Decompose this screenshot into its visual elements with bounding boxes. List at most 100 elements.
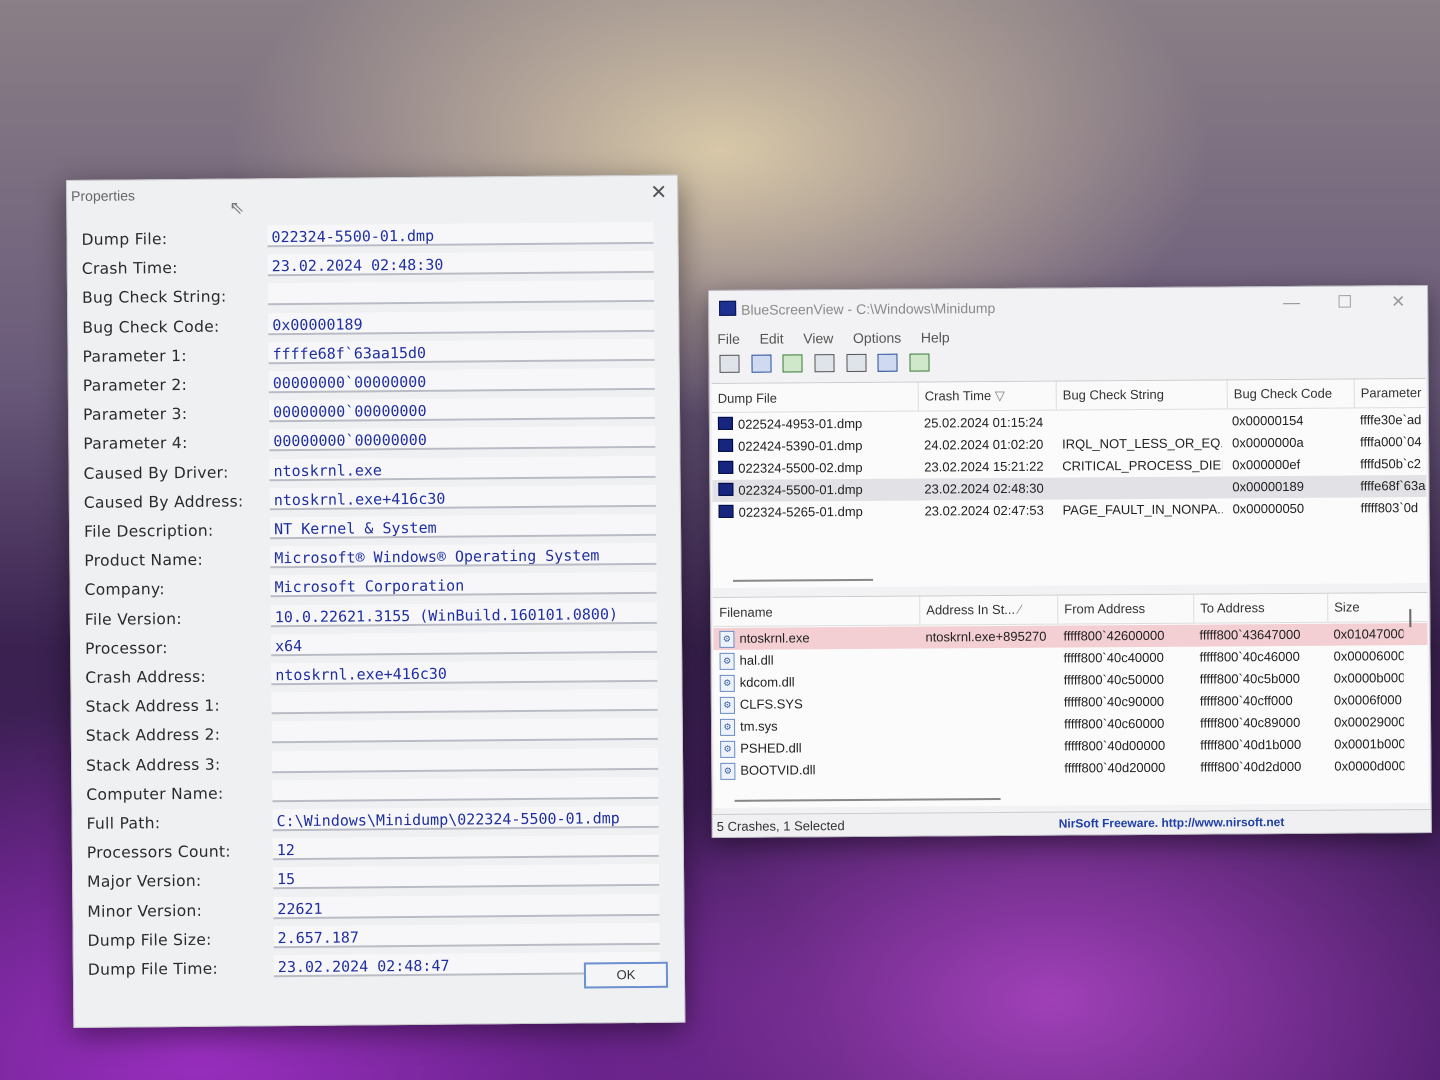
property-value[interactable]: NT Kernel & System	[269, 513, 657, 540]
property-value[interactable]	[271, 747, 659, 773]
property-value[interactable]: ntoskrnl.exe+416c30	[271, 659, 658, 686]
vertical-scrollbar[interactable]	[1409, 609, 1412, 628]
property-row: Processors Count: 12	[87, 835, 669, 868]
property-label: Crash Address:	[85, 667, 207, 687]
col-bug-check-string[interactable]: Bug Check String	[1055, 380, 1165, 410]
driver-cell-to: fffff800`40c89000	[1199, 714, 1301, 731]
property-value[interactable]: 2.657.187	[273, 922, 660, 949]
driver-row[interactable]: ⚙ BOOTVID.dll fffff800`40d20000 fffff800`40…	[714, 755, 1428, 782]
report-icon[interactable]	[845, 353, 867, 373]
menu-edit[interactable]: Edit	[759, 330, 783, 346]
status-bar: 5 Crashes, 1 Selected NirSoft Freeware. …	[712, 808, 1431, 837]
property-value[interactable]: x64	[270, 630, 658, 657]
refresh-icon[interactable]	[782, 354, 803, 373]
col-from-address[interactable]: From Address	[1057, 594, 1146, 624]
exit-icon[interactable]	[909, 353, 930, 372]
sort-arrow-icon: ⁄	[1018, 601, 1021, 617]
menu-options[interactable]: Options	[853, 330, 901, 346]
driver-cell-name: hal.dll	[739, 652, 774, 668]
close-icon[interactable]: ✕	[650, 180, 667, 205]
property-value[interactable]: ffffe68f`63aa15d0	[268, 338, 655, 365]
status-count: 5 Crashes, 1 Selected	[716, 818, 845, 834]
property-value[interactable]: 12	[272, 835, 659, 861]
menu-file[interactable]: File	[717, 331, 740, 347]
driver-file-icon: ⚙	[719, 652, 735, 670]
property-value[interactable]	[267, 280, 655, 306]
property-label: Minor Version:	[87, 901, 203, 921]
dump-file-icon	[717, 416, 733, 430]
properties-icon[interactable]	[719, 354, 740, 373]
dump-row[interactable]: 022324-5265-01.dmp 23.02.2024 02:47:53 PAG…	[712, 497, 1426, 524]
property-row: Bug Check String:	[82, 280, 664, 313]
property-label: Parameter 3:	[82, 405, 188, 425]
driver-cell-name: tm.sys	[739, 718, 778, 734]
maximize-icon[interactable]: ☐	[1337, 293, 1352, 313]
driver-cell-addr: ntoskrnl.exe+895270	[925, 628, 1047, 645]
property-value[interactable]: ntoskrnl.exe	[269, 455, 656, 481]
property-row: Stack Address 2:	[86, 718, 668, 751]
property-value[interactable]	[271, 718, 658, 744]
property-value[interactable]: 00000000`00000000	[268, 367, 655, 394]
dump-file-icon	[718, 460, 734, 474]
property-value[interactable]: 022324-5500-01.dmp	[267, 221, 654, 248]
property-value[interactable]: 00000000`00000000	[268, 397, 656, 423]
property-label: Stack Address 1:	[85, 696, 221, 717]
driver-cell-from: fffff800`40c50000	[1063, 671, 1165, 688]
driver-cell-to: fffff800`40d1b000	[1200, 736, 1302, 753]
save-icon[interactable]	[751, 354, 772, 373]
property-value[interactable]	[272, 776, 659, 803]
copy-icon[interactable]	[814, 354, 835, 373]
property-value[interactable]: 0x00000189	[268, 309, 655, 335]
dump-cell-str	[1062, 479, 1222, 480]
property-value[interactable]: ntoskrnl.exe+416c30	[269, 484, 656, 511]
col-crash-time[interactable]: Crash Time ▽	[917, 381, 1005, 411]
property-label: File Description:	[83, 521, 214, 541]
dump-cell-code: 0x000000ef	[1232, 456, 1301, 473]
dump-cell-param: ffffd50b`c2	[1360, 456, 1422, 472]
ok-button[interactable]: OK	[583, 961, 669, 989]
property-label: Processor:	[85, 638, 168, 658]
col-to-address[interactable]: To Address	[1193, 594, 1265, 623]
nirsoft-link[interactable]: NirSoft Freeware. http://www.nirsoft.net	[1059, 815, 1285, 831]
property-label: Bug Check String:	[81, 287, 227, 308]
property-row: Caused By Driver: ntoskrnl.exe	[83, 455, 665, 488]
col-bug-check-code[interactable]: Bug Check Code	[1226, 379, 1333, 409]
property-value[interactable]: C:\Windows\Minidump\022324-5500-01.dmp	[272, 805, 659, 832]
horizontal-scrollbar[interactable]	[733, 578, 874, 582]
menu-view[interactable]: View	[803, 330, 833, 346]
menu-help[interactable]: Help	[921, 329, 950, 345]
dump-cell-code: 0x0000000a	[1232, 434, 1304, 451]
col-size[interactable]: Size	[1327, 593, 1360, 622]
dump-cell-param: ffffe30e`ad	[1359, 412, 1422, 428]
property-value[interactable]: Microsoft® Windows® Operating System	[270, 543, 657, 569]
col-address-in-stack[interactable]: Address In St... ⁄	[919, 595, 1022, 625]
driver-cell-size: 0x0000b000	[1333, 670, 1404, 686]
property-value[interactable]	[271, 689, 658, 715]
driver-cell-size: 0x01047000	[1333, 626, 1404, 642]
horizontal-scrollbar[interactable]	[734, 797, 1001, 802]
driver-cell-addr	[926, 651, 1056, 652]
properties-dialog: Properties ⇖ ✕ Dump File: 022324-5500-01.…	[66, 174, 686, 1028]
dump-file-icon	[718, 504, 734, 518]
col-parameter[interactable]: Parameter	[1353, 379, 1422, 408]
property-label: Parameter 2:	[82, 375, 188, 395]
property-row: Stack Address 1:	[85, 689, 667, 722]
title-bar: BlueScreenView - C:\Windows\Minidump — ☐…	[709, 286, 1427, 325]
driver-cell-to: fffff800`40d2d000	[1200, 758, 1302, 775]
property-row: Company: Microsoft Corporation	[84, 572, 666, 605]
property-label: Bug Check Code:	[82, 317, 220, 337]
property-row: Crash Time: 23.02.2024 02:48:30	[82, 251, 664, 284]
property-value[interactable]: Microsoft Corporation	[270, 572, 657, 598]
find-icon[interactable]	[877, 353, 898, 372]
property-row: Parameter 3: 00000000`00000000	[83, 397, 665, 430]
property-value[interactable]: 10.0.22621.3155 (WinBuild.160101.0800)	[270, 601, 657, 627]
close-icon[interactable]: ✕	[1391, 292, 1405, 312]
col-filename[interactable]: Filename	[719, 605, 773, 620]
minimize-icon[interactable]: —	[1283, 293, 1300, 313]
property-value[interactable]: 22621	[273, 893, 660, 919]
property-value[interactable]: 23.02.2024 02:48:30	[267, 251, 654, 277]
property-label: Dump File:	[81, 230, 168, 249]
property-value[interactable]: 00000000`00000000	[269, 426, 656, 452]
property-value[interactable]: 15	[273, 864, 660, 890]
col-dump-file[interactable]: Dump File	[718, 391, 777, 406]
